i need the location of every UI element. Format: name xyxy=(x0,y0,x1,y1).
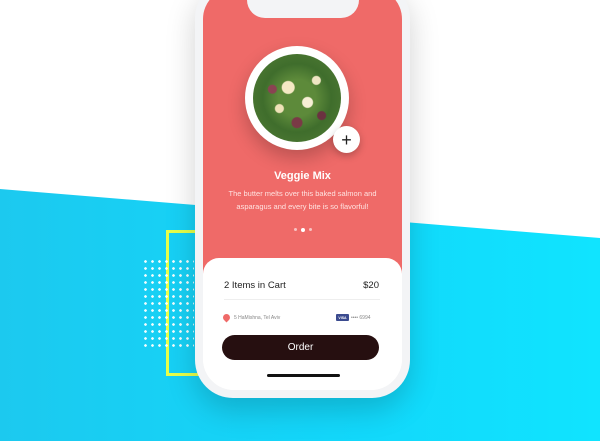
phone-screen: + Veggie Mix The butter melts over this … xyxy=(203,0,402,390)
home-indicator xyxy=(267,374,340,377)
pager-dot[interactable] xyxy=(293,228,297,231)
decorative-dot-grid xyxy=(142,258,194,350)
cart-total: $20 xyxy=(363,280,379,291)
pager-dot[interactable] xyxy=(308,228,312,231)
add-to-cart-button[interactable]: + xyxy=(333,126,360,153)
phone-notch xyxy=(246,0,359,18)
order-button[interactable]: Order xyxy=(222,335,379,360)
cart-divider xyxy=(224,299,380,300)
phone-mockup: + Veggie Mix The butter melts over this … xyxy=(195,0,410,398)
map-pin-icon xyxy=(221,312,232,323)
product-hero: + Veggie Mix The butter melts over this … xyxy=(203,0,402,288)
cart-item-count: 2 Items in Cart xyxy=(224,280,286,291)
cart-panel: 2 Items in Cart $20 5 HaMishna, Tel Aviv… xyxy=(203,258,402,390)
payment-card-number[interactable]: •••• 6994 xyxy=(351,315,371,321)
delivery-address[interactable]: 5 HaMishna, Tel Aviv xyxy=(234,315,280,321)
product-description: The butter melts over this baked salmon … xyxy=(228,189,377,211)
salad-image xyxy=(253,54,341,142)
product-title: Veggie Mix xyxy=(274,170,331,182)
pager-dot-active[interactable] xyxy=(300,227,305,232)
plus-icon: + xyxy=(341,129,352,150)
visa-card-icon: VISA xyxy=(336,314,349,321)
carousel-pager[interactable] xyxy=(203,227,402,232)
